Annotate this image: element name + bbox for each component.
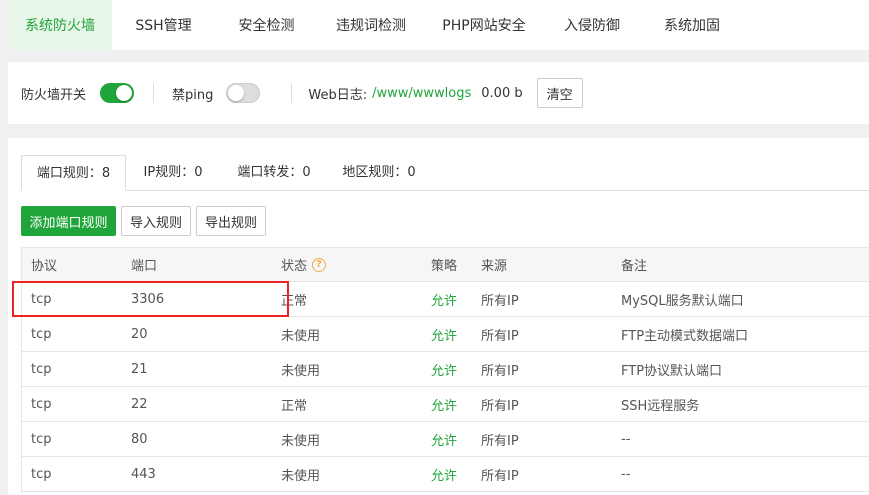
top-nav: 系统防火墙 SSH管理 安全检测 违规词检测 PHP网站安全 入侵防御 系统加固: [8, 0, 869, 50]
cell-status: 未使用: [281, 468, 321, 484]
cell-source: 所有IP: [481, 433, 519, 449]
cell-note: SSH远程服务: [621, 398, 700, 414]
rules-panel: 端口规则：8 IP规则：0 端口转发：0 地区规则：0 添加端口规则 导入规则 …: [8, 138, 869, 495]
divider: [291, 83, 293, 103]
cell-protocol: tcp: [31, 466, 52, 482]
cell-protocol: tcp: [31, 431, 52, 447]
tab-ip-rules[interactable]: IP规则：0: [133, 155, 213, 191]
header-policy: 策略: [431, 259, 458, 274]
cell-status: 未使用: [281, 328, 321, 344]
cell-port: 3306: [131, 291, 165, 307]
cell-note: MySQL服务默认端口: [621, 293, 744, 309]
block-ping-label: 禁ping: [172, 87, 214, 103]
web-log-size: 0.00 b: [481, 85, 523, 101]
cell-note: --: [621, 431, 631, 447]
cell-port: 20: [131, 326, 148, 342]
cell-note: FTP协议默认端口: [621, 363, 723, 379]
firewall-settings-bar: 防火墙开关 禁ping Web日志: /www/wwwlogs 0.00 b 清…: [8, 62, 869, 124]
header-port[interactable]: 端口: [131, 248, 157, 281]
cell-policy: 允许: [431, 468, 458, 484]
header-status-label: 状态: [281, 259, 308, 274]
tab-system-hardening[interactable]: 系统加固: [640, 0, 744, 50]
web-log-label: Web日志:: [308, 87, 368, 103]
question-icon[interactable]: ?: [312, 257, 327, 272]
port-rules-table: 协议 端口 状态? 策略 来源 备注 tcp 3306 正常 允许 所有IP M…: [21, 247, 869, 492]
cell-status: 正常: [281, 293, 308, 309]
export-rules-button[interactable]: 导出规则: [196, 206, 266, 236]
cell-policy: 允许: [431, 433, 458, 449]
cell-policy: 允许: [431, 398, 458, 414]
firewall-toggle[interactable]: [100, 83, 135, 103]
cell-status: 未使用: [281, 363, 321, 379]
import-rules-button[interactable]: 导入规则: [121, 206, 191, 236]
tab-port-forward[interactable]: 端口转发：0: [227, 155, 321, 191]
table-row: tcp 21 未使用 允许 所有IP FTP协议默认端口: [22, 352, 869, 387]
tab-php-site-security[interactable]: PHP网站安全: [424, 0, 544, 50]
cell-port: 80: [131, 431, 148, 447]
cell-status: 未使用: [281, 433, 321, 449]
cell-protocol: tcp: [31, 326, 52, 342]
cell-status: 正常: [281, 398, 308, 414]
cell-policy: 允许: [431, 328, 458, 344]
table-row: tcp 443 未使用 允许 所有IP --: [22, 457, 869, 492]
tab-system-firewall[interactable]: 系统防火墙: [8, 0, 112, 50]
tab-region-rules[interactable]: 地区规则：0: [334, 155, 424, 191]
cell-port: 443: [131, 466, 156, 482]
cell-source: 所有IP: [481, 468, 519, 484]
header-source: 来源: [481, 259, 508, 274]
cell-protocol: tcp: [31, 291, 52, 307]
table-header: 协议 端口 状态? 策略 来源 备注: [22, 248, 869, 282]
block-ping-toggle[interactable]: [226, 83, 261, 103]
header-status: 状态?: [281, 248, 327, 281]
cell-port: 22: [131, 396, 148, 412]
tab-security-check[interactable]: 安全检测: [215, 0, 318, 50]
table-row: tcp 3306 正常 允许 所有IP MySQL服务默认端口: [22, 282, 869, 317]
firewall-switch-label: 防火墙开关: [21, 87, 87, 103]
divider: [153, 83, 155, 103]
cell-protocol: tcp: [31, 361, 52, 377]
tab-ssh-management[interactable]: SSH管理: [112, 0, 215, 50]
toggle-knob: [116, 85, 133, 101]
cell-policy: 允许: [431, 363, 458, 379]
tab-port-rules[interactable]: 端口规则：8: [21, 155, 126, 191]
header-protocol[interactable]: 协议: [31, 248, 57, 281]
cell-port: 21: [131, 361, 148, 377]
cell-protocol: tcp: [31, 396, 52, 412]
tab-intrusion-prevention[interactable]: 入侵防御: [544, 0, 640, 50]
table-row: tcp 20 未使用 允许 所有IP FTP主动模式数据端口: [22, 317, 869, 352]
cell-source: 所有IP: [481, 293, 519, 309]
web-log-path-link[interactable]: /www/wwwlogs: [372, 86, 471, 101]
header-note: 备注: [621, 259, 648, 274]
cell-policy: 允许: [431, 293, 458, 309]
tab-violation-word-check[interactable]: 违规词检测: [318, 0, 424, 50]
cell-note: FTP主动模式数据端口: [621, 328, 749, 344]
cell-source: 所有IP: [481, 398, 519, 414]
table-row: tcp 80 未使用 允许 所有IP --: [22, 422, 869, 457]
toggle-knob: [228, 85, 245, 101]
rule-tabs: 端口规则：8 IP规则：0 端口转发：0 地区规则：0: [21, 155, 869, 191]
table-row: tcp 22 正常 允许 所有IP SSH远程服务: [22, 387, 869, 422]
cell-source: 所有IP: [481, 363, 519, 379]
clear-log-button[interactable]: 清空: [536, 78, 583, 108]
cell-source: 所有IP: [481, 328, 519, 344]
cell-note: --: [621, 466, 631, 482]
add-port-rule-button[interactable]: 添加端口规则: [21, 206, 116, 236]
